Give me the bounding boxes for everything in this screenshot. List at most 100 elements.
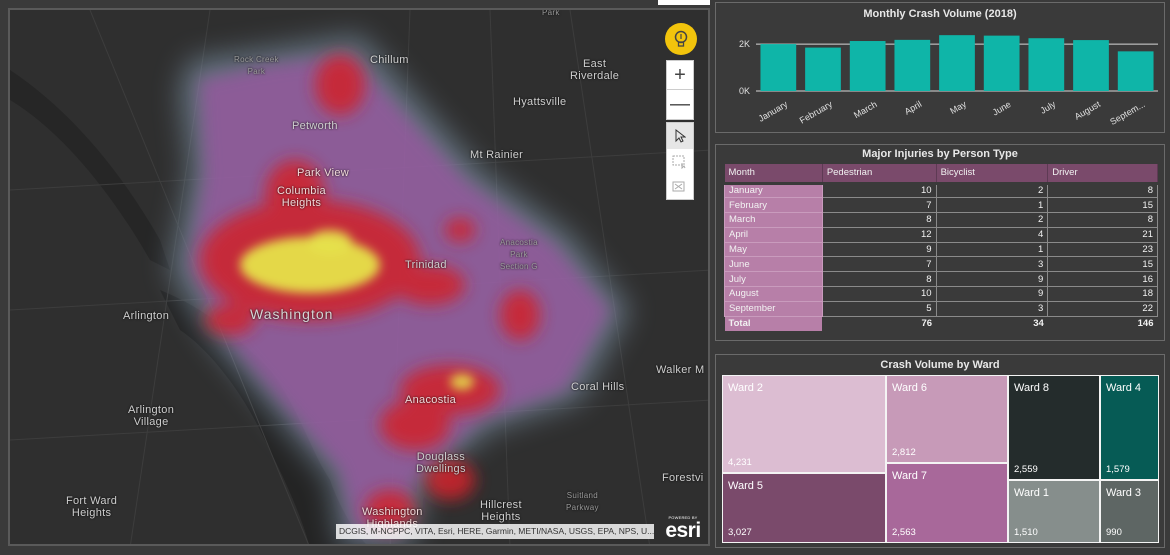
map-label-park-top: Park	[542, 8, 560, 17]
treemap-tile-ward-4[interactable]: Ward 4 1,579	[1100, 375, 1159, 480]
table-cell: 2	[935, 212, 1049, 228]
table-cell: 12	[821, 226, 937, 243]
crash-heat-map[interactable]: Rock Creek Park Chillum East Riverdale Hya…	[8, 8, 710, 546]
table-cell: 23	[1047, 241, 1158, 258]
map-label-park-view: Park View	[297, 167, 350, 179]
table-cell: 10	[821, 286, 937, 302]
table-cell: 18	[1047, 286, 1158, 302]
table-cell: 22	[1047, 300, 1158, 317]
map-label-petworth: Petworth	[292, 120, 338, 132]
table-cell: Total	[724, 316, 823, 331]
table-title: Major Injuries by Person Type	[862, 148, 1018, 160]
column-header[interactable]: Month	[724, 164, 823, 185]
table-cell: May	[724, 241, 823, 258]
bar[interactable]	[760, 44, 797, 91]
tile-label: Ward 6	[892, 382, 928, 394]
bar[interactable]	[983, 35, 1020, 91]
tile-label: Ward 5	[728, 480, 764, 492]
table-cell: 8	[1047, 212, 1158, 228]
map-label-mt-rainier: Mt Rainier	[470, 149, 524, 161]
table-cell: 34	[1033, 318, 1044, 330]
x-tick-label: Septem...	[1108, 99, 1146, 127]
table-cell: September	[724, 300, 823, 317]
table-cell: August	[724, 286, 823, 302]
pointer-select-button[interactable]	[667, 123, 693, 149]
map-label-forestville: Forestvi	[662, 472, 704, 484]
zoom-out-button[interactable]: —	[667, 90, 693, 119]
map-label-fort-ward-heights: Fort Ward Heights	[66, 495, 118, 519]
bar[interactable]	[1117, 51, 1154, 91]
lasso-select-button[interactable]	[667, 175, 693, 201]
table-cell: 21	[1047, 226, 1158, 243]
map-label-anacostia: Anacostia	[405, 394, 457, 406]
rectangle-select-icon	[672, 155, 686, 169]
table-row: August 10 9 18	[724, 286, 1158, 302]
column-header[interactable]: Bicyclist	[936, 164, 1049, 185]
table-cell: 10	[821, 182, 937, 199]
map-label-douglass-dwellings: Douglass Dwellings	[416, 451, 466, 475]
table-row: May 9 1 23	[724, 241, 1158, 258]
map-label-rock-creek-park: Rock Creek Park	[234, 55, 279, 76]
table-cell: 9	[935, 286, 1049, 302]
rectangle-select-button[interactable]	[667, 149, 693, 175]
x-tick-label: February	[798, 99, 835, 126]
tile-value: 1,579	[1106, 464, 1130, 475]
treemap-tile-ward-6[interactable]: Ward 6 2,812	[886, 375, 1008, 463]
map-label-coral-hills: Coral Hills	[571, 381, 625, 393]
map-label-arlington-village: Arlington Village	[128, 404, 175, 428]
treemap-tile-ward-7[interactable]: Ward 7 2,563	[886, 463, 1008, 543]
tile-label: Ward 2	[728, 382, 764, 394]
table-row: March 8 2 8	[724, 212, 1158, 228]
column-header[interactable]: Pedestrian	[822, 164, 937, 185]
table-row: June 7 3 15	[724, 256, 1158, 273]
lightbulb-icon	[674, 30, 688, 47]
table-cell: 9	[821, 241, 937, 258]
tile-label: Ward 1	[1014, 487, 1050, 499]
treemap-tile-ward-1[interactable]: Ward 1 1,510	[1008, 480, 1100, 543]
map-label-trinidad: Trinidad	[405, 259, 447, 271]
map-label-walker-mill: Walker M	[656, 364, 705, 376]
map-label-arlington: Arlington	[123, 310, 170, 322]
map-label-columbia-heights: Columbia Heights	[277, 185, 326, 209]
table-cell: 15	[1047, 256, 1158, 273]
x-tick-label: March	[852, 99, 879, 120]
map-label-chillum: Chillum	[370, 54, 409, 66]
table-cell: 8	[1047, 182, 1158, 199]
table-cell: February	[724, 197, 823, 214]
x-tick-label: August	[1073, 99, 1103, 122]
bar[interactable]	[939, 35, 975, 91]
tile-value: 2,812	[892, 447, 916, 458]
insight-lightbulb-button[interactable]	[665, 23, 697, 55]
column-header[interactable]: Driver	[1047, 164, 1158, 185]
treemap-tile-ward-2[interactable]: Ward 2 4,231	[722, 375, 886, 473]
x-tick-label: April	[903, 99, 924, 117]
treemap-tile-ward-5[interactable]: Ward 5 3,027	[722, 473, 886, 543]
tile-label: Ward 3	[1106, 487, 1142, 499]
bar[interactable]	[849, 41, 886, 91]
tile-label: Ward 8	[1014, 382, 1050, 394]
bar[interactable]	[894, 39, 931, 91]
table-cell: March	[724, 212, 823, 228]
tile-value: 4,231	[728, 457, 752, 468]
table-row: February 7 1 15	[724, 197, 1158, 214]
x-tick-label: January	[757, 99, 790, 124]
zoom-in-button[interactable]: +	[667, 61, 693, 90]
map-label-hillcrest-heights: Hillcrest Heights	[480, 499, 522, 523]
lasso-select-icon	[672, 181, 685, 192]
table-cell: January	[724, 182, 823, 199]
bar[interactable]	[1073, 40, 1109, 91]
bar[interactable]	[1028, 38, 1065, 91]
injuries-table: Month Pedestrian Bicyclist Driver January 10…	[724, 164, 1158, 331]
bar-chart: 0K 2K January February March April May June July…	[739, 35, 1158, 127]
selection-tools	[666, 122, 694, 200]
esri-logo: POWERED BY esri	[660, 515, 706, 543]
table-cell: 16	[1047, 271, 1158, 288]
map-label-anacostia-park: Anacostia Park Section G	[500, 238, 538, 271]
map-label-suitland-parkway: Suitland Parkway	[566, 491, 599, 512]
tile-label: Ward 7	[892, 470, 928, 482]
table-cell: 76	[921, 318, 933, 330]
bar[interactable]	[805, 47, 841, 91]
major-injuries-panel: Major Injuries by Person Type Month Pedes…	[715, 144, 1165, 341]
treemap-tile-ward-3[interactable]: Ward 3 990	[1100, 480, 1159, 543]
treemap-tile-ward-8[interactable]: Ward 8 2,559	[1008, 375, 1100, 480]
